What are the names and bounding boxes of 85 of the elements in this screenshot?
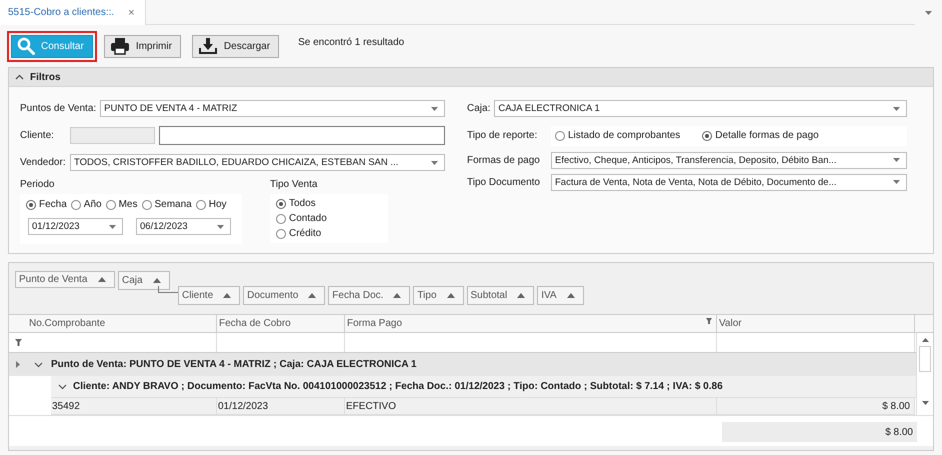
sort-ascending-icon[interactable] — [446, 293, 455, 298]
sort-ascending-icon[interactable] — [393, 293, 402, 298]
sale-type-radio[interactable]: Todos — [276, 196, 388, 211]
group-by-chip[interactable]: Subtotal — [466, 286, 534, 305]
table-cell: 01/12/2023 — [217, 398, 345, 416]
tab[interactable]: 5515-Cobro a clientes::. × — [0, 0, 146, 25]
client-field[interactable] — [159, 126, 445, 145]
group-text: Cliente: ANDY BRAVO ; Documento: FacVta No. 004101000023512 ; Fecha Doc.: 01/12/2023 ; Tipo: Contado ; Subtotal: $ 7.14 ; IVA: $ 0.86 — [73, 381, 723, 392]
table-cell: EFECTIVO — [345, 398, 717, 416]
chevron-icon[interactable] — [34, 362, 43, 368]
scroll-thumb[interactable] — [919, 346, 931, 372]
period-radio[interactable]: Año — [70, 197, 102, 212]
scroll-up-icon[interactable] — [922, 338, 928, 342]
sort-ascending-icon[interactable] — [308, 293, 316, 298]
filters-title: Filtros — [30, 72, 61, 82]
group-by-chip[interactable]: Cliente — [178, 286, 240, 305]
caret-icon[interactable] — [893, 180, 900, 184]
group-by-chip[interactable]: Punto de Venta — [15, 271, 115, 288]
filters-header[interactable]: Filtros — [9, 68, 933, 87]
group-by-chip[interactable]: IVA — [537, 286, 584, 305]
caret-icon[interactable] — [925, 10, 932, 14]
result-count-text: Se encontró 1 resultado — [298, 36, 404, 48]
row-indicator-icon — [16, 361, 20, 368]
column-header[interactable]: Valor — [717, 315, 915, 332]
field-label: Tipo de reporte: — [467, 130, 538, 141]
cash-register-dropdown[interactable]: CAJA ELECTRONICA 1 — [494, 100, 907, 117]
group-text: Punto de Venta: PUNTO DE VENTA 4 - MATRIZ ; Caja: CAJA ELECTRONICA 1 — [51, 359, 417, 370]
column-header[interactable]: No.Comprobante — [27, 315, 217, 332]
report-type-radio[interactable]: Detalle formas de pago — [702, 128, 819, 143]
period-radio[interactable]: Semana — [142, 197, 192, 212]
caret-icon[interactable] — [109, 224, 116, 228]
sort-ascending-icon[interactable] — [517, 293, 526, 298]
search-icon — [17, 37, 35, 55]
field-label: Tipo Documento — [467, 176, 541, 188]
group-by-chip[interactable]: Documento — [243, 286, 326, 305]
close-icon[interactable]: × — [128, 6, 135, 18]
period-radio[interactable]: Mes — [106, 197, 138, 212]
table-cell: 35492 — [51, 398, 217, 416]
sort-ascending-icon[interactable] — [566, 293, 575, 298]
sort-ascending-icon[interactable] — [152, 278, 161, 283]
connector-line — [158, 286, 178, 293]
sales-point-dropdown[interactable]: PUNTO DE VENTA 4 - MATRIZ — [100, 100, 445, 117]
date-to-field[interactable]: 06/12/2023 — [136, 218, 231, 235]
client-code-field[interactable] — [70, 127, 155, 144]
scroll-down-icon[interactable] — [922, 401, 928, 405]
seller-dropdown[interactable]: TODOS, CRISTOFFER BADILLO, EDUARDO CHICAIZA, ESTEBAN SAN ... — [70, 154, 445, 171]
printer-icon — [110, 37, 130, 55]
filter-icon[interactable] — [14, 339, 22, 346]
download-button[interactable]: Descargar — [192, 34, 280, 58]
print-button[interactable]: Imprimir — [104, 34, 181, 58]
caret-icon[interactable] — [431, 160, 438, 164]
field-label: Cliente: — [20, 130, 55, 141]
date-from-field[interactable]: 01/12/2023 — [28, 218, 123, 235]
group-by-chip[interactable]: Tipo — [413, 286, 464, 305]
sale-type-radio[interactable]: Crédito — [276, 226, 388, 241]
group-by-chip[interactable]: Fecha Doc. — [328, 286, 410, 305]
caret-icon[interactable] — [893, 158, 900, 162]
caret-icon[interactable] — [431, 106, 438, 110]
scrollbar[interactable] — [916, 333, 933, 415]
period-radio[interactable]: Fecha — [26, 197, 67, 212]
sale-type-radio[interactable]: Contado — [276, 211, 388, 226]
collapse-icon[interactable] — [15, 74, 24, 80]
column-header[interactable]: Fecha de Cobro — [217, 315, 345, 332]
report-type-radio[interactable]: Listado de comprobantes — [555, 128, 680, 143]
field-label: Caja: — [467, 103, 490, 114]
total-value: $ 8.00 — [722, 422, 917, 442]
group-by-chip[interactable]: Caja — [118, 271, 170, 290]
document-type-dropdown[interactable]: Factura de Venta, Nota de Venta, Nota de Débito, Documento de... — [551, 174, 907, 190]
table-cell: $ 8.00 — [717, 398, 915, 416]
field-label: Vendedor: — [20, 157, 66, 168]
sort-ascending-icon[interactable] — [223, 293, 232, 298]
payment-methods-dropdown[interactable]: Efectivo, Cheque, Anticipos, Transferencia, Deposito, Débito Ban... — [551, 152, 907, 168]
period-radio[interactable]: Hoy — [196, 197, 227, 212]
sort-ascending-icon[interactable] — [98, 277, 106, 282]
group-row[interactable]: Cliente: ANDY BRAVO ; Documento: FacVta No. 004101000023512 ; Fecha Doc.: 01/12/2023 ; Tipo: Contado ; Subtotal: $ 7.14 ; IVA: $ 0.86 — [51, 376, 916, 398]
caret-icon[interactable] — [893, 106, 900, 110]
field-label: Puntos de Venta: — [20, 103, 96, 114]
caret-icon[interactable] — [217, 224, 224, 228]
filter-icon[interactable] — [706, 318, 712, 324]
download-icon — [198, 37, 218, 55]
field-label: Formas de pago — [467, 154, 541, 166]
column-header[interactable]: Forma Pago — [345, 315, 717, 332]
period-label: Periodo — [20, 179, 56, 192]
sale-type-label: Tipo Venta — [270, 179, 318, 192]
chevron-icon[interactable] — [58, 384, 67, 390]
